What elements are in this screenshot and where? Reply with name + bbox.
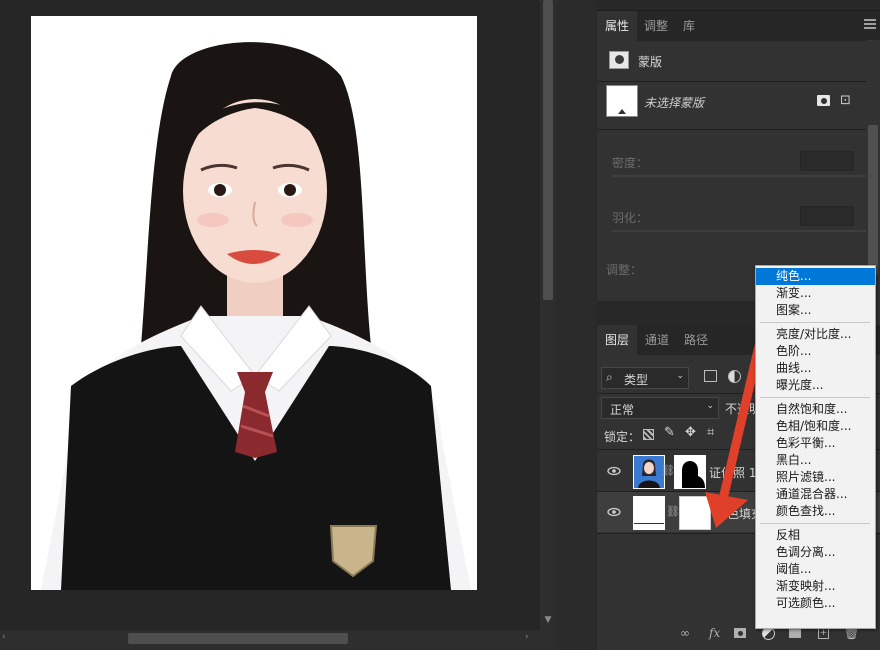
mask-icon[interactable]	[734, 628, 746, 638]
fx-icon[interactable]: fx	[709, 626, 720, 640]
lock-image-icon[interactable]: ✎	[664, 425, 675, 440]
menu-item[interactable]: 渐变映射...	[756, 578, 875, 595]
scroll-left-arrow-icon[interactable]: ‹	[2, 632, 6, 642]
horizontal-scroll-thumb[interactable]	[128, 633, 348, 644]
menu-item[interactable]: 色阶...	[756, 343, 875, 360]
mask-status-text: 未选择蒙版	[644, 96, 705, 110]
link-chain-icon[interactable]: ⛓	[661, 464, 675, 477]
properties-panel: 属性 调整 库 蒙版 未选择蒙版 ⊡ 密度： 羽化： 调整：	[597, 10, 880, 301]
id-photo-image	[31, 16, 477, 590]
adjustment-layer-menu: 纯色... 渐变... 图案... 亮度/对比度... 色阶... 曲线... 曝光度...…	[755, 265, 876, 629]
tab-properties[interactable]: 属性	[597, 11, 637, 41]
panel-gutter	[556, 0, 596, 650]
search-icon: ⌕	[606, 370, 613, 384]
tab-libraries[interactable]: 库	[675, 11, 703, 41]
vertical-scroll-thumb[interactable]	[543, 0, 553, 300]
add-pixel-mask-icon[interactable]	[817, 95, 830, 106]
menu-item[interactable]: 图案...	[756, 302, 875, 319]
menu-item[interactable]: 可选颜色...	[756, 595, 875, 612]
menu-item[interactable]: 色调分离...	[756, 544, 875, 561]
group-icon[interactable]	[789, 629, 801, 638]
menu-separator	[760, 322, 870, 323]
density-label: 密度：	[612, 156, 649, 170]
link-icon[interactable]: ∞	[680, 626, 690, 640]
tab-layers[interactable]: 图层	[597, 325, 637, 355]
scroll-down-arrow-icon[interactable]: ▼	[540, 612, 556, 628]
menu-item[interactable]: 照片滤镜...	[756, 469, 875, 486]
fill-layer-thumbnail[interactable]	[633, 496, 665, 530]
lock-label: 锁定：	[604, 430, 641, 444]
menu-item[interactable]: 纯色...	[756, 268, 875, 285]
chevron-down-icon: ⌄	[676, 371, 684, 381]
menu-item[interactable]: 自然饱和度...	[756, 401, 875, 418]
feather-input[interactable]	[800, 206, 854, 226]
menu-item[interactable]: 颜色查找...	[756, 503, 875, 520]
menu-separator	[760, 397, 870, 398]
lock-position-icon[interactable]: ✥	[685, 425, 696, 440]
filter-kind-value: 类型	[624, 373, 649, 387]
portrait-illustration	[41, 42, 471, 590]
density-input[interactable]	[800, 151, 854, 171]
menu-item[interactable]: 亮度/对比度...	[756, 326, 875, 343]
properties-tabbar: 属性 调整 库	[597, 11, 880, 41]
menu-item[interactable]: 通道混合器...	[756, 486, 875, 503]
menu-item[interactable]: 色彩平衡...	[756, 435, 875, 452]
tab-adjustments[interactable]: 调整	[637, 11, 675, 41]
menu-item[interactable]: 曲线...	[756, 360, 875, 377]
menu-separator	[760, 523, 870, 524]
density-slider[interactable]	[612, 175, 867, 177]
new-layer-icon[interactable]: +	[818, 628, 829, 639]
feather-slider[interactable]	[612, 230, 867, 232]
properties-scroll-thumb[interactable]	[868, 125, 878, 275]
add-vector-mask-icon[interactable]: ⊡	[840, 93, 851, 108]
mask-type-icon	[609, 51, 629, 69]
adjust-label: 调整：	[606, 263, 643, 277]
menu-item[interactable]: 黑白...	[756, 452, 875, 469]
panel-menu-icon[interactable]	[864, 19, 876, 31]
feather-label: 羽化：	[612, 211, 649, 225]
menu-item[interactable]: 阈值...	[756, 561, 875, 578]
menu-item[interactable]: 渐变...	[756, 285, 875, 302]
visibility-eye-icon[interactable]	[607, 465, 621, 479]
blend-mode-value: 正常	[610, 403, 635, 417]
layer-filter-dropdown[interactable]: ⌕ 类型 ⌄	[601, 367, 689, 389]
menu-item[interactable]: 色相/饱和度...	[756, 418, 875, 435]
menu-item[interactable]: 曝光度...	[756, 377, 875, 394]
menu-item[interactable]: 反相	[756, 527, 875, 544]
visibility-eye-icon[interactable]	[607, 506, 621, 520]
scroll-right-arrow-icon[interactable]: ›	[525, 632, 529, 642]
lock-transparent-icon[interactable]	[643, 429, 654, 440]
mask-thumbnail[interactable]	[606, 85, 638, 117]
link-chain-icon[interactable]: ⛓	[666, 505, 680, 518]
section-title: 蒙版	[638, 55, 663, 69]
tab-channels[interactable]: 通道	[637, 325, 677, 355]
